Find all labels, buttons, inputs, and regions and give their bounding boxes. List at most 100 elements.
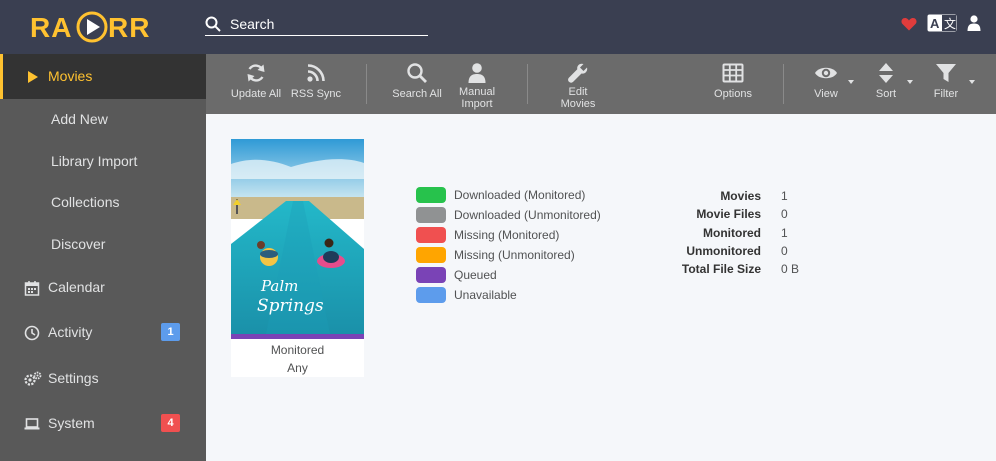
legend-label: Downloaded (Monitored): [454, 188, 586, 202]
poster-title-line2: Springs: [257, 296, 324, 316]
wrench-icon: [568, 63, 588, 83]
legend-label: Missing (Unmonitored): [454, 248, 575, 262]
poster-title-line1: Palm: [260, 277, 298, 295]
chevron-down-icon[interactable]: [848, 80, 854, 84]
legend-swatch: [416, 267, 446, 283]
sidebar-item-label: Calendar: [48, 279, 105, 295]
options-button[interactable]: Options: [708, 54, 758, 114]
page-toolbar: Update All RSS Sync Search All Manual Im…: [206, 54, 996, 114]
sidebar-item-library-import[interactable]: Library Import: [0, 139, 206, 184]
svg-text:RA: RA: [30, 12, 72, 43]
sidebar: Movies Add New Library Import Collection…: [0, 54, 206, 461]
legend-label: Unavailable: [454, 288, 517, 302]
activity-count-badge: 1: [161, 323, 180, 341]
legend-swatch: [416, 287, 446, 303]
filter-label: Filter: [933, 88, 959, 100]
manual-import-label-line2: Import: [461, 98, 493, 110]
sidebar-item-activity[interactable]: Activity 1: [0, 310, 206, 355]
page-header: RA RR A 文: [0, 0, 996, 54]
edit-movies-label-line2: Movies: [560, 98, 596, 110]
search-all-label: Search All: [392, 88, 442, 100]
options-label: Options: [714, 88, 752, 100]
manual-import-label-line1: Manual: [458, 86, 496, 98]
user-icon: [468, 63, 486, 83]
legend-swatch: [416, 187, 446, 203]
table-icon: [722, 63, 744, 83]
radarr-logo[interactable]: RA RR: [30, 9, 154, 45]
sidebar-item-label: Add New: [51, 111, 108, 127]
legend-label: Queued: [454, 268, 497, 282]
stat-label-unmonitored: Unmonitored: [686, 244, 761, 258]
eye-icon: [815, 67, 837, 79]
rss-icon: [307, 64, 325, 82]
view-button[interactable]: View: [808, 54, 844, 114]
sidebar-item-label: Library Import: [51, 153, 138, 169]
calendar-icon: [24, 281, 40, 296]
movie-poster-card[interactable]: Palm Springs Monitored Any: [231, 139, 364, 377]
heart-icon[interactable]: [901, 17, 917, 31]
movie-poster-image[interactable]: Palm Springs: [231, 139, 364, 339]
laptop-icon: [24, 418, 40, 430]
toolbar-separator: [366, 64, 367, 104]
sidebar-item-add-new[interactable]: Add New: [0, 97, 206, 142]
refresh-icon: [247, 64, 265, 82]
legend-swatch: [416, 207, 446, 223]
sort-button[interactable]: Sort: [868, 54, 904, 114]
edit-movies-button[interactable]: Edit Movies: [553, 54, 603, 114]
user-icon[interactable]: [967, 15, 981, 31]
legend-swatch: [416, 247, 446, 263]
rss-sync-label: RSS Sync: [290, 88, 342, 100]
sidebar-item-discover[interactable]: Discover: [0, 222, 206, 267]
search-bar: [205, 14, 428, 36]
svg-text:文: 文: [944, 16, 956, 31]
sidebar-item-label: System: [48, 415, 95, 431]
sidebar-item-calendar[interactable]: Calendar: [0, 265, 206, 310]
clock-icon: [24, 325, 40, 341]
rss-sync-button[interactable]: RSS Sync: [290, 54, 342, 114]
stat-value-total-file-size: 0 B: [781, 262, 800, 276]
chevron-down-icon[interactable]: [907, 80, 913, 84]
monitored-status: Monitored: [270, 343, 325, 357]
sidebar-item-movies[interactable]: Movies: [0, 54, 206, 99]
sidebar-item-settings[interactable]: Settings: [0, 356, 206, 401]
quality-profile: Any: [287, 361, 308, 375]
sort-icon: [879, 63, 893, 83]
filter-button[interactable]: Filter: [928, 54, 964, 114]
sort-label: Sort: [875, 88, 897, 100]
sidebar-item-system[interactable]: System 4: [0, 401, 206, 446]
svg-text:A: A: [930, 16, 940, 31]
stat-label-total-file-size: Total File Size: [681, 262, 761, 276]
sidebar-item-label: Movies: [48, 68, 93, 84]
stat-value-movie-files: 0: [781, 207, 788, 221]
stat-label-monitored: Monitored: [703, 226, 761, 240]
legend-label: Missing (Monitored): [454, 228, 560, 242]
search-all-button[interactable]: Search All: [389, 54, 445, 114]
view-label: View: [814, 88, 838, 100]
update-all-button[interactable]: Update All: [228, 54, 284, 114]
stat-value-monitored: 1: [781, 226, 788, 240]
stat-value-movies: 1: [781, 189, 788, 203]
sidebar-item-label: Settings: [48, 370, 99, 386]
legend-swatch: [416, 227, 446, 243]
stat-value-unmonitored: 0: [781, 244, 788, 258]
manual-import-button[interactable]: Manual Import: [453, 54, 501, 114]
status-bar-queued: [231, 334, 364, 339]
filter-icon: [936, 64, 956, 82]
gears-icon: [24, 371, 42, 386]
translate-icon[interactable]: A 文: [927, 14, 957, 32]
sidebar-item-collections[interactable]: Collections: [0, 180, 206, 225]
stat-label-movie-files: Movie Files: [696, 207, 761, 221]
search-input[interactable]: [230, 14, 426, 34]
update-all-label: Update All: [230, 88, 282, 100]
sidebar-item-label: Activity: [48, 324, 93, 340]
svg-text:RR: RR: [108, 12, 150, 43]
sidebar-item-label: Discover: [51, 236, 106, 252]
edit-movies-label-line1: Edit: [568, 86, 588, 98]
play-icon: [28, 71, 38, 83]
system-health-badge: 4: [161, 414, 180, 432]
toolbar-separator: [783, 64, 784, 104]
search-icon: [205, 16, 221, 32]
search-icon: [407, 63, 427, 83]
sidebar-item-label: Collections: [51, 194, 120, 210]
chevron-down-icon[interactable]: [969, 80, 975, 84]
